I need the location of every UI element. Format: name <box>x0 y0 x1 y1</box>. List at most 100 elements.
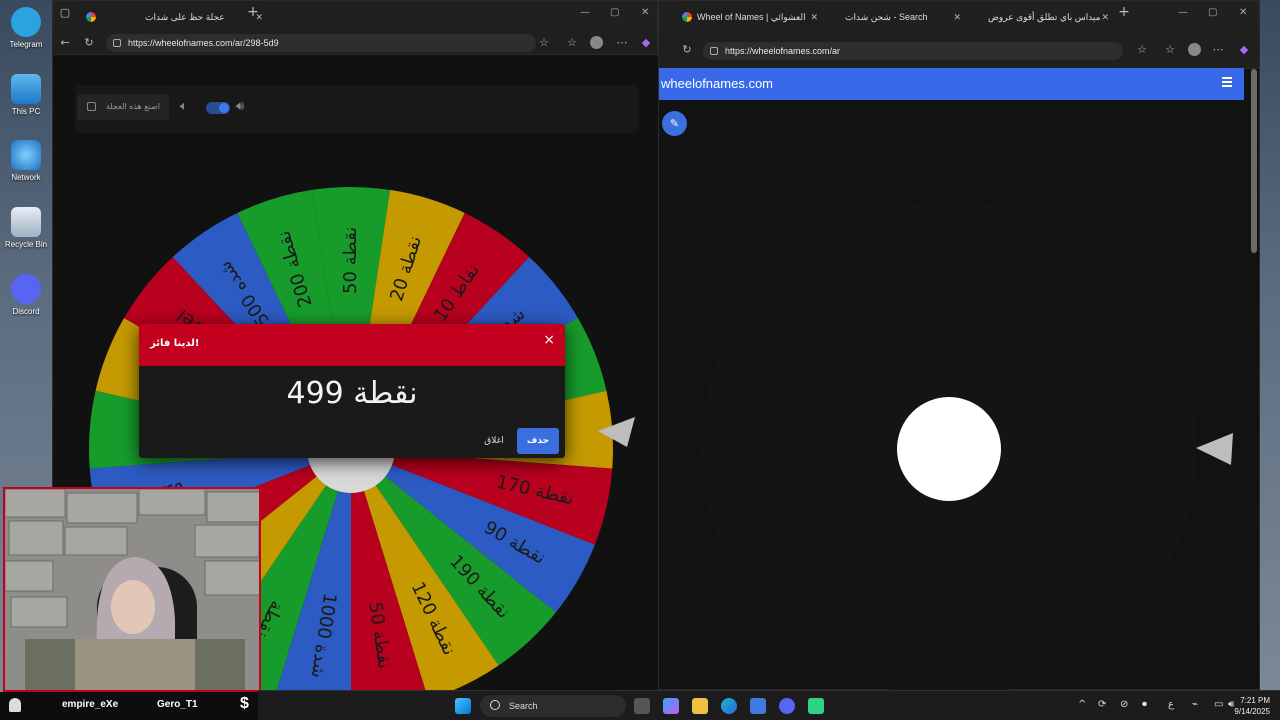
empty-wheel-center[interactable] <box>897 397 1001 501</box>
wheel-favicon-icon <box>682 12 692 22</box>
close-tab-icon[interactable]: ✕ <box>810 5 818 29</box>
close-tab-icon[interactable]: ✕ <box>1101 5 1109 29</box>
left-tab-title: عجلة حظ على شدات <box>145 12 225 22</box>
taskbar-search[interactable]: Search <box>480 695 626 717</box>
close-window-icon[interactable]: ✕ <box>1239 7 1247 18</box>
back-icon[interactable]: ← <box>57 36 73 49</box>
dialog-title: لدينا فائز! <box>150 338 200 349</box>
remove-winner-button[interactable]: حذف <box>517 428 559 454</box>
right-tab-title: Wheel of Names | العشوائي <box>697 12 806 22</box>
more-icon[interactable]: ⋯ <box>1210 43 1226 56</box>
winner-dialog: لدينا فائز! × نقطة 499 اغلاق حذف <box>139 324 565 458</box>
tray-chevron-icon[interactable]: ^ <box>1078 699 1086 710</box>
computer-icon <box>11 74 41 104</box>
clock[interactable]: 7:21 PM 9/14/2025 <box>1234 695 1270 717</box>
minimize-icon[interactable]: — <box>1178 7 1188 18</box>
maximize-icon[interactable]: ▢ <box>1208 7 1217 18</box>
telegram-icon <box>11 7 41 37</box>
desktop-icon-telegram[interactable]: Telegram <box>0 7 52 49</box>
start-icon[interactable] <box>455 698 471 714</box>
search-label: Search <box>509 701 538 711</box>
desktop-icon-label: This PC <box>11 107 41 116</box>
discord-taskbar-icon[interactable] <box>779 698 795 714</box>
recycle-bin-icon <box>11 207 41 237</box>
microphone-icon[interactable]: ⏺ <box>1142 699 1147 710</box>
desktop-icon-recycle-bin[interactable]: Recycle Bin <box>0 207 52 249</box>
wheel-favicon-icon <box>86 12 96 22</box>
desktop-icon-discord[interactable]: Discord <box>0 274 52 316</box>
minimize-icon[interactable]: — <box>580 7 590 18</box>
right-tab-search[interactable]: شحن شدات - Search ✕ <box>825 5 965 31</box>
volume-tray-icon[interactable]: 🔊︎ <box>1228 699 1234 710</box>
webcam-overlay <box>3 487 261 692</box>
refresh-icon[interactable]: ↻ <box>679 43 695 56</box>
favorite-icon[interactable]: ☆ <box>536 36 552 49</box>
right-wheel-area <box>701 201 1233 691</box>
right-tab-wheel[interactable]: Wheel of Names | العشوائي ✕ <box>677 5 822 31</box>
new-tab-icon[interactable]: + <box>1116 4 1132 20</box>
network-icon <box>11 140 41 170</box>
lock-icon <box>113 39 121 47</box>
close-window-icon[interactable]: ✕ <box>641 7 649 18</box>
refresh-icon[interactable]: ↻ <box>81 36 97 49</box>
right-browser-window: Wheel of Names | العشوائي ✕ شحن شدات - S… <box>658 0 1260 691</box>
app-icon[interactable] <box>808 698 824 714</box>
profile-avatar[interactable] <box>1188 43 1201 56</box>
profile-avatar[interactable] <box>590 36 603 49</box>
menu-icon[interactable] <box>1222 77 1232 89</box>
display-icon[interactable]: ▭ <box>1214 699 1223 710</box>
copilot-icon[interactable]: ◆ <box>1236 43 1252 56</box>
dialog-close-button[interactable]: اغلاق <box>479 428 509 454</box>
more-icon[interactable]: ⋯ <box>614 36 630 49</box>
file-explorer-icon[interactable] <box>692 698 708 714</box>
right-url-field[interactable]: https://wheelofnames.com/ar <box>703 42 1123 60</box>
clock-date: 9/14/2025 <box>1234 707 1270 716</box>
store-icon[interactable] <box>750 698 766 714</box>
desktop-icon-network[interactable]: Network <box>0 140 52 182</box>
desktop-icon-label: Telegram <box>9 40 43 49</box>
collections-icon[interactable]: ☆ <box>1162 43 1178 56</box>
search-icon <box>490 700 500 710</box>
close-icon[interactable]: × <box>543 332 555 348</box>
language-indicator[interactable]: ع <box>1168 699 1174 710</box>
tab-actions-icon[interactable]: ▢ <box>57 6 73 19</box>
copilot-icon[interactable]: ◆ <box>638 36 654 49</box>
taskbar: Search ^ ⟳ ⊘ ⏺ ع ⌁ ▭ 🔊︎ 7:21 PM 9/14/202… <box>258 690 1280 720</box>
maximize-icon[interactable]: ▢ <box>610 7 619 18</box>
wheel-pointer-icon <box>1196 433 1233 465</box>
network-off-icon[interactable]: ⊘ <box>1120 699 1128 710</box>
right-tab-bar: Wheel of Names | العشوائي ✕ شحن شدات - S… <box>659 1 1259 31</box>
collections-icon[interactable]: ☆ <box>564 36 580 49</box>
sync-icon[interactable]: ⟳ <box>1098 699 1106 710</box>
right-tab-title: ميداس باي تطلق أقوى عروض <box>988 12 1101 22</box>
user-icon <box>9 698 21 712</box>
right-address-bar: ↻ https://wheelofnames.com/ar ☆ ☆ ⋯ ◆ <box>659 31 1259 69</box>
discord-icon <box>11 274 41 304</box>
right-tab-midasbuy[interactable]: ميداس باي تطلق أقوى عروض ✕ <box>968 5 1113 31</box>
right-url-text: https://wheelofnames.com/ar <box>725 46 841 56</box>
site-header: wheelofnames.com <box>659 68 1244 100</box>
new-tab-icon[interactable]: + <box>245 4 261 20</box>
left-tab-active[interactable]: عجلة حظ على شدات ✕ <box>81 5 267 31</box>
task-view-icon[interactable] <box>634 698 650 714</box>
guest-name: Gero_T1 <box>157 699 198 710</box>
desktop-icon-this-pc[interactable]: This PC <box>0 74 52 116</box>
left-tab-bar: ▢ عجلة حظ على شدات ✕ + — ▢ ✕ <box>53 1 657 31</box>
lock-icon <box>710 47 718 55</box>
site-name[interactable]: wheelofnames.com <box>661 76 773 91</box>
wheel-segment-label: نقطة 50 <box>340 227 361 294</box>
streamer-name: empire_eXe <box>62 699 119 710</box>
copilot-app-icon[interactable] <box>663 698 679 714</box>
left-url-text: https://wheelofnames.com/ar/298-5d9 <box>128 38 279 48</box>
webcam-name-bar: empire_eXe Gero_T1 $ <box>0 692 258 720</box>
scrollbar[interactable] <box>1251 69 1257 253</box>
usb-icon[interactable]: ⌁ <box>1192 699 1198 710</box>
favorite-icon[interactable]: ☆ <box>1134 43 1150 56</box>
desktop-icon-label: Discord <box>12 307 40 316</box>
webcam-feed <box>5 489 259 690</box>
left-url-field[interactable]: https://wheelofnames.com/ar/298-5d9 <box>106 34 536 52</box>
close-tab-icon[interactable]: ✕ <box>953 5 961 29</box>
clock-time: 7:21 PM <box>1240 696 1270 705</box>
edge-icon[interactable] <box>721 698 737 714</box>
desktop-icon-label: Network <box>11 173 41 182</box>
